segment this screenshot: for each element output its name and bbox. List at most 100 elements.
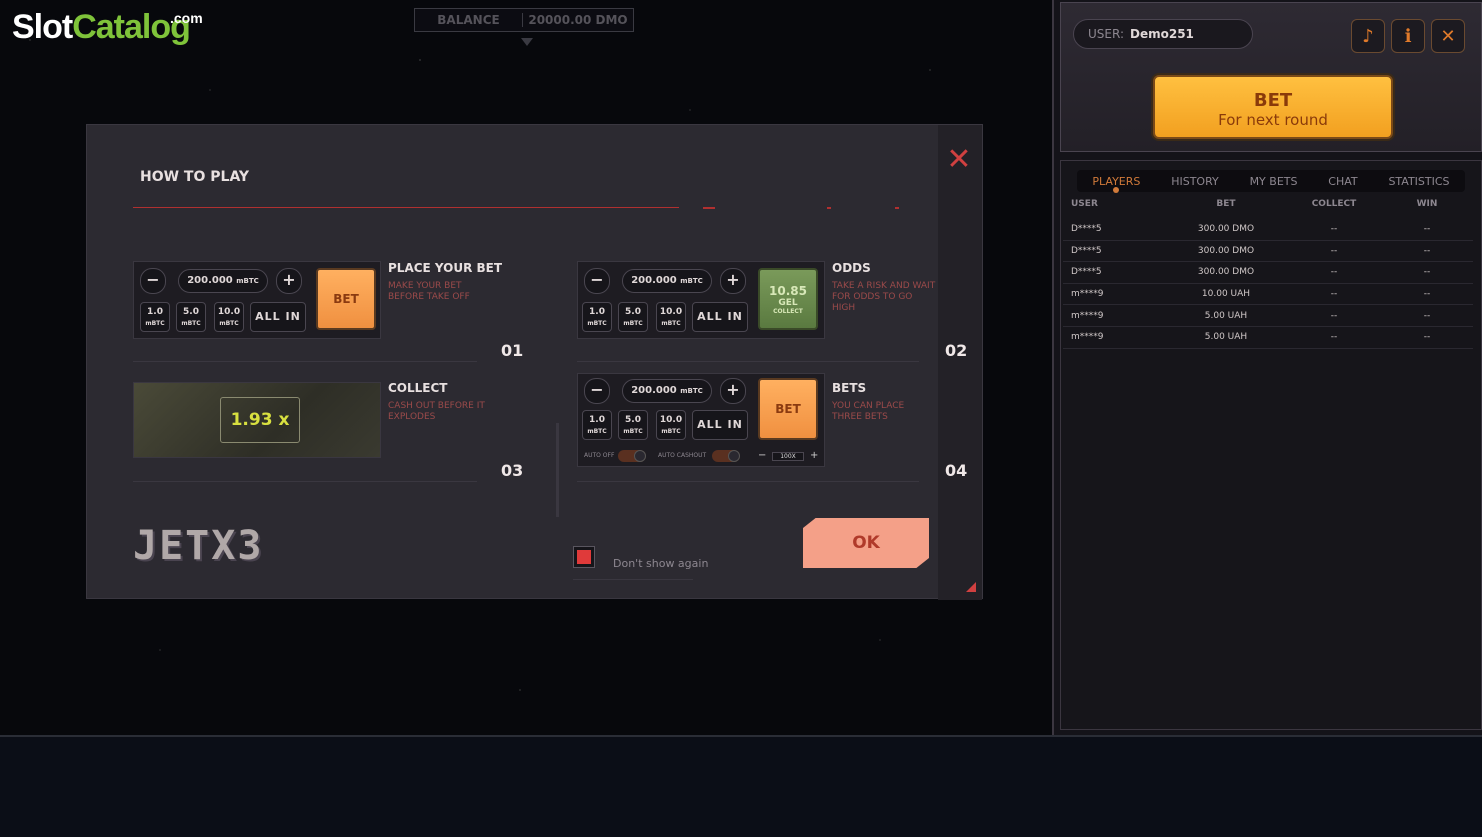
tab-players[interactable]: PLAYERS bbox=[1092, 175, 1140, 188]
cell-win: -- bbox=[1423, 245, 1431, 256]
chip-unit: mBTC bbox=[145, 320, 165, 327]
logo-com: .com bbox=[170, 10, 203, 26]
section-number: 01 bbox=[501, 341, 524, 360]
tab-bar: PLAYERS HISTORY MY BETS CHAT STATISTICS bbox=[1077, 170, 1465, 192]
section-separator bbox=[577, 481, 919, 482]
plus-icon: + bbox=[720, 268, 746, 294]
amount-field: 200.000 mBTC bbox=[178, 269, 268, 293]
cell-collect: -- bbox=[1330, 224, 1338, 235]
all-in-button: ALL IN bbox=[250, 302, 306, 332]
odds-panel-illustration: − 200.000 mBTC + 1.0 mBTC 5.0 mBTC 10.0 mBT… bbox=[577, 261, 825, 339]
cell-user: D****5 bbox=[1071, 267, 1102, 278]
chip-value: 5.0 bbox=[625, 415, 641, 425]
site-logo: SlotCatalog .com bbox=[12, 8, 203, 47]
cell-bet: 5.00 UAH bbox=[1204, 332, 1248, 343]
user-name: Demo251 bbox=[1130, 27, 1194, 41]
bet-panel-illustration: − 200.000 mBTC + 1.0 mBTC 5.0 mBTC 10.0 mBT… bbox=[133, 261, 381, 339]
dont-show-checkbox[interactable] bbox=[573, 546, 595, 568]
amount-unit: mBTC bbox=[680, 387, 703, 395]
cell-collect: -- bbox=[1330, 289, 1338, 300]
speaker-icon[interactable]: ♪ bbox=[1351, 19, 1385, 53]
col-win: WIN bbox=[1416, 199, 1438, 209]
section-desc: MAKE YOUR BET BEFORE TAKE OFF bbox=[388, 281, 470, 302]
modal-side-strip bbox=[938, 125, 982, 600]
section-separator bbox=[133, 481, 477, 482]
chip-1: 1.0 mBTC bbox=[140, 302, 170, 332]
cell-bet: 5.00 UAH bbox=[1204, 310, 1248, 321]
divider-dot bbox=[895, 207, 899, 209]
bet-button-illustration: BET bbox=[316, 268, 376, 330]
plus-icon: + bbox=[276, 268, 302, 294]
bet-next-round-button[interactable]: BET For next round bbox=[1153, 75, 1393, 139]
chip-5: 5.0 mBTC bbox=[176, 302, 206, 332]
user-label: USER: bbox=[1088, 27, 1124, 41]
cell-win: -- bbox=[1423, 267, 1431, 278]
section-separator bbox=[577, 361, 919, 362]
amount-field: 200.000 mBTC bbox=[622, 379, 712, 403]
auto-minus-icon: − bbox=[758, 450, 767, 461]
balance-label: BALANCE bbox=[415, 13, 523, 27]
active-tab-indicator bbox=[1113, 187, 1119, 193]
section-desc: CASH OUT BEFORE IT EXPLODES bbox=[388, 401, 485, 422]
cell-bet: 300.00 DMO bbox=[1197, 224, 1255, 235]
bet-button-illustration: BET bbox=[758, 378, 818, 440]
cell-user: D****5 bbox=[1071, 245, 1102, 256]
user-display: USER: Demo251 bbox=[1073, 19, 1253, 49]
table-row: m****9 10.00 UAH -- -- bbox=[1063, 284, 1473, 306]
cell-win: -- bbox=[1423, 310, 1431, 321]
chip-value: 1.0 bbox=[589, 415, 605, 425]
cell-user: D****5 bbox=[1071, 224, 1102, 235]
section-title: PLACE YOUR BET bbox=[388, 261, 503, 275]
bets-panel-illustration: − 200.000 mBTC + 1.0 mBTC 5.0 mBTC 10.0 mBT… bbox=[577, 373, 825, 467]
ok-button[interactable]: OK bbox=[803, 518, 929, 568]
side-panel: USER: Demo251 ♪ ℹ ✕ BET For next round P… bbox=[1052, 0, 1482, 735]
collect-button-illustration: 10.85 GEL COLLECT bbox=[758, 268, 818, 330]
modal-close-icon[interactable]: ✕ bbox=[944, 145, 974, 175]
title-divider bbox=[133, 207, 679, 208]
chip-10: 10.0 mBTC bbox=[656, 302, 686, 332]
cell-collect: -- bbox=[1330, 310, 1338, 321]
amount-value: 200.000 bbox=[631, 275, 677, 286]
cell-collect: -- bbox=[1330, 332, 1338, 343]
checkbox-underline bbox=[573, 579, 693, 580]
cell-collect: -- bbox=[1330, 267, 1338, 278]
balance-arrow-icon[interactable] bbox=[521, 38, 533, 46]
auto-off-toggle bbox=[618, 450, 646, 462]
cell-collect: -- bbox=[1330, 245, 1338, 256]
checkbox-check bbox=[577, 550, 591, 564]
chip-value: 5.0 bbox=[183, 307, 199, 317]
how-to-play-modal: HOW TO PLAY ✕ − 200.000 mBTC + 1.0 mBTC 5… bbox=[86, 124, 983, 600]
section-desc: YOU CAN PLACE THREE BETS bbox=[832, 401, 905, 422]
chip-unit: mBTC bbox=[181, 320, 201, 327]
cell-win: -- bbox=[1423, 332, 1431, 343]
chip-1: 1.0 mBTC bbox=[582, 302, 612, 332]
table-row: m****9 5.00 UAH -- -- bbox=[1063, 305, 1473, 327]
close-icon[interactable]: ✕ bbox=[1431, 19, 1465, 53]
divider-dot bbox=[827, 207, 831, 209]
section-separator bbox=[133, 361, 477, 362]
players-list-box: PLAYERS HISTORY MY BETS CHAT STATISTICS … bbox=[1060, 160, 1482, 730]
table-header: USER BET COLLECT WIN bbox=[1071, 199, 1471, 209]
section-desc: TAKE A RISK AND WAIT FOR ODDS TO GO HIGH bbox=[832, 281, 936, 313]
minus-icon: − bbox=[584, 378, 610, 404]
chip-unit: mBTC bbox=[623, 428, 643, 435]
chip-10: 10.0 mBTC bbox=[214, 302, 244, 332]
odds-label: COLLECT bbox=[773, 308, 803, 315]
jetx3-logo: JETX3 bbox=[133, 523, 264, 569]
bet-subtitle: For next round bbox=[1218, 111, 1328, 129]
tab-history[interactable]: HISTORY bbox=[1171, 175, 1219, 188]
info-icon[interactable]: ℹ bbox=[1391, 19, 1425, 53]
tab-my-bets[interactable]: MY BETS bbox=[1250, 175, 1298, 188]
modal-title: HOW TO PLAY bbox=[140, 169, 250, 185]
bottom-bar bbox=[0, 735, 1482, 837]
table-row: D****5 300.00 DMO -- -- bbox=[1063, 219, 1473, 241]
tab-chat[interactable]: CHAT bbox=[1328, 175, 1357, 188]
chip-unit: mBTC bbox=[587, 320, 607, 327]
divider-dash bbox=[703, 207, 715, 209]
dont-show-label[interactable]: Don't show again bbox=[613, 557, 708, 570]
tab-statistics[interactable]: STATISTICS bbox=[1388, 175, 1449, 188]
amount-value: 200.000 bbox=[631, 385, 677, 396]
amount-unit: mBTC bbox=[680, 277, 703, 285]
chip-value: 5.0 bbox=[625, 307, 641, 317]
auto-cashout-label: AUTO CASHOUT bbox=[658, 452, 707, 459]
